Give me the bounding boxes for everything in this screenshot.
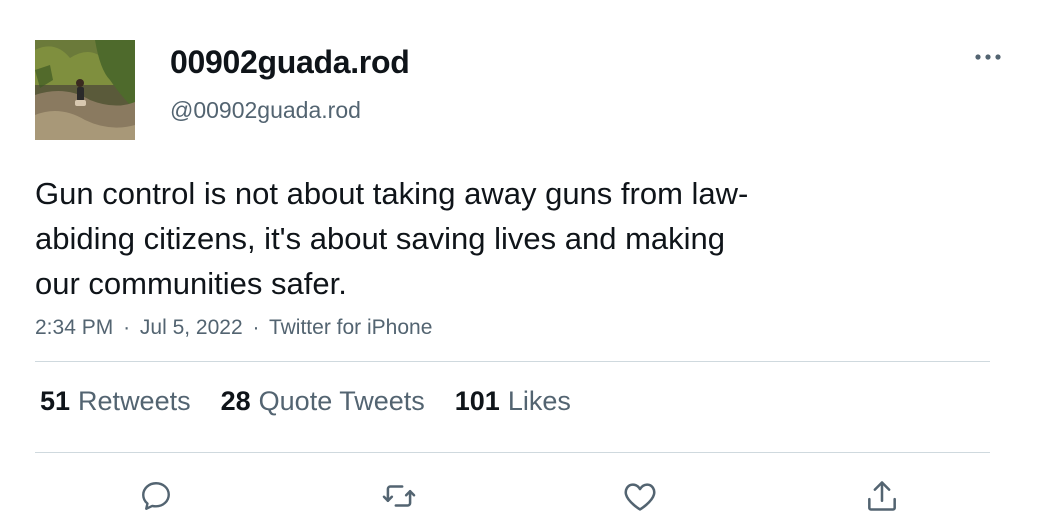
likes-count: 101: [454, 386, 500, 416]
separator: ·: [123, 316, 131, 339]
retweets-stat[interactable]: 51 Retweets: [40, 386, 191, 417]
tweet-metadata: 2:34 PM · Jul 5, 2022 · Twitter for iPho…: [35, 316, 432, 340]
share-button[interactable]: [860, 474, 904, 518]
quote-tweets-count: 28: [220, 386, 251, 416]
retweets-label: Retweets: [78, 386, 191, 416]
tweet-line: Gun control is not about taking away gun…: [35, 176, 749, 211]
retweet-icon: [382, 485, 416, 507]
reply-button[interactable]: [134, 474, 178, 518]
tweet-date[interactable]: Jul 5, 2022: [140, 316, 243, 339]
more-options-button[interactable]: [968, 42, 1008, 72]
tweet-source[interactable]: Twitter for iPhone: [269, 316, 432, 339]
quote-tweets-label: Quote Tweets: [258, 386, 425, 416]
share-icon: [868, 481, 896, 511]
like-icon: [624, 483, 656, 511]
like-button[interactable]: [618, 474, 662, 518]
profile-photo: [35, 40, 135, 140]
retweet-button[interactable]: [377, 474, 421, 518]
tweet-line: abiding citizens, it's about saving live…: [35, 221, 726, 256]
divider: [35, 361, 990, 362]
divider: [35, 452, 990, 453]
ellipsis-icon: [975, 54, 1001, 60]
avatar[interactable]: [35, 40, 135, 140]
user-handle[interactable]: @00902guada.rod: [170, 97, 361, 124]
quote-tweets-stat[interactable]: 28 Quote Tweets: [221, 386, 425, 417]
retweets-count: 51: [40, 386, 71, 416]
separator: ·: [252, 316, 260, 339]
likes-label: Likes: [507, 386, 571, 416]
tweet-time[interactable]: 2:34 PM: [35, 316, 113, 339]
tweet-line: our communities safer.: [35, 266, 347, 301]
likes-stat[interactable]: 101 Likes: [455, 386, 571, 417]
display-name[interactable]: 00902guada.rod: [170, 44, 410, 81]
tweet-text: Gun control is not about taking away gun…: [35, 171, 935, 306]
action-bar: [0, 474, 1050, 518]
tweet-stats: 51 Retweets 28 Quote Tweets 101 Likes: [40, 386, 571, 417]
reply-icon: [142, 482, 170, 510]
